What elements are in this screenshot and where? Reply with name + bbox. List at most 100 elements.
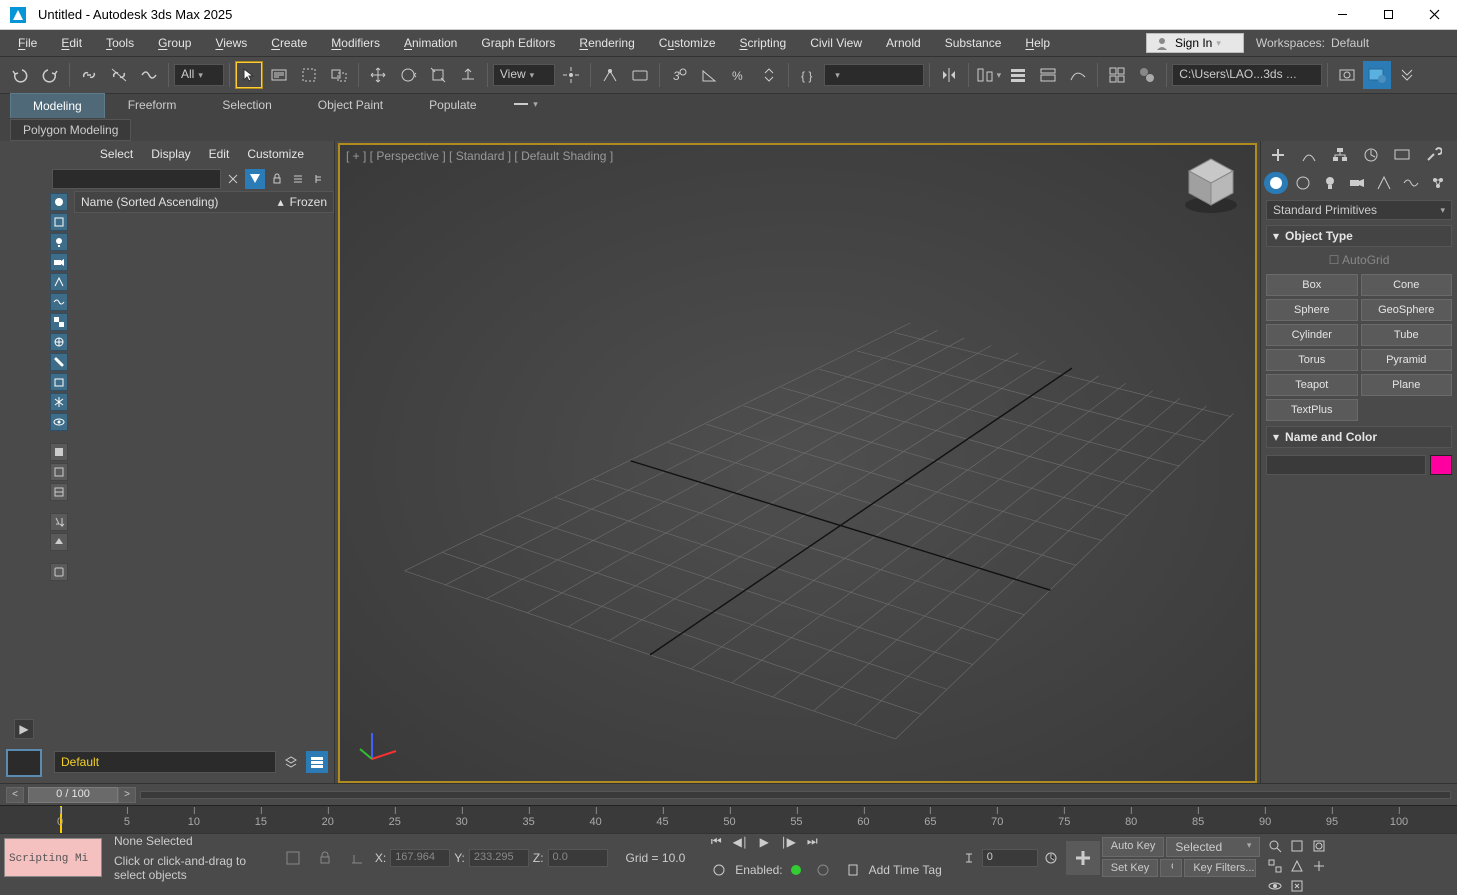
manipulate-button[interactable] (596, 61, 624, 89)
lights-category-icon[interactable] (1318, 172, 1342, 194)
menu-arnold[interactable]: Arnold (874, 32, 933, 54)
ribbon-tab-modeling[interactable]: Modeling (10, 93, 105, 118)
sort-type-icon[interactable] (50, 533, 68, 551)
unlink-button[interactable] (105, 61, 133, 89)
filter-lights-icon[interactable] (50, 233, 68, 251)
goto-start-button[interactable]: ⏮ (705, 832, 727, 852)
create-selection-set[interactable]: ▾ (824, 64, 924, 86)
pan-icon[interactable] (1309, 857, 1329, 875)
time-config-icon[interactable] (1040, 848, 1062, 868)
y-coord[interactable]: 233.295 (469, 849, 529, 867)
rotate-button[interactable] (394, 61, 422, 89)
select-by-name-button[interactable] (265, 61, 293, 89)
selection-filter-dropdown[interactable]: All▾ (174, 64, 224, 86)
ts-track[interactable] (140, 791, 1451, 799)
geometry-category-icon[interactable] (1264, 172, 1288, 194)
menu-file[interactable]: File (6, 32, 49, 54)
filter-shapes-icon[interactable] (50, 213, 68, 231)
ts-frame-handle[interactable]: 0 / 100 (28, 787, 118, 803)
scene-menu-select[interactable]: Select (100, 147, 133, 161)
view-cube-icon[interactable] (1179, 153, 1243, 217)
menu-views[interactable]: Views (203, 32, 259, 54)
name-color-header[interactable]: ▾Name and Color (1266, 426, 1452, 448)
filter-geometry-icon[interactable] (50, 193, 68, 211)
curve-editor-button[interactable] (1064, 61, 1092, 89)
zoom-extents-all-icon[interactable] (1265, 857, 1285, 875)
scene-menu-display[interactable]: Display (151, 147, 190, 161)
filter-spacewarps-icon[interactable] (50, 293, 68, 311)
goto-end-button[interactable]: ⏭ (801, 832, 823, 852)
snap-toggle-button[interactable]: 3 (665, 61, 693, 89)
sign-in-button[interactable]: Sign In ▾ (1146, 33, 1244, 53)
sort-alpha-icon[interactable] (50, 513, 68, 531)
timeline[interactable]: 0510152025303540455055606570758085909510… (0, 805, 1457, 833)
redo-button[interactable] (36, 61, 64, 89)
maximize-button[interactable] (1365, 0, 1411, 30)
object-type-header[interactable]: ▾Object Type (1266, 225, 1452, 247)
key-filters-icon[interactable] (1160, 859, 1182, 877)
next-frame-button[interactable]: ∣▶ (777, 832, 799, 852)
scale-button[interactable] (424, 61, 452, 89)
filter-helpers-icon[interactable] (50, 273, 68, 291)
keyboard-shortcut-button[interactable] (626, 61, 654, 89)
utilities-panel-icon[interactable] (1419, 144, 1447, 166)
layer-dropdown[interactable]: Default (54, 751, 276, 773)
align-button[interactable]: ▾ (974, 61, 1002, 89)
object-color-swatch[interactable] (1430, 455, 1452, 475)
menu-rendering[interactable]: Rendering (567, 32, 646, 54)
frame-number-box[interactable]: 0 (982, 849, 1038, 867)
menu-tools[interactable]: Tools (94, 32, 146, 54)
clear-filter-icon[interactable] (224, 170, 242, 188)
toggle-ribbon-button[interactable] (1034, 61, 1062, 89)
scene-menu-customize[interactable]: Customize (247, 147, 304, 161)
display-panel-icon[interactable] (1388, 144, 1416, 166)
menu-modifiers[interactable]: Modifiers (319, 32, 392, 54)
viewport[interactable]: [ + ] [ Perspective ] [ Standard ] [ Def… (338, 143, 1257, 783)
subcategory-dropdown[interactable]: Standard Primitives▾ (1266, 200, 1452, 220)
helpers-category-icon[interactable] (1372, 172, 1396, 194)
scene-header-row[interactable]: Name (Sorted Ascending) ▴ Frozen (74, 191, 334, 213)
display-none-icon[interactable] (50, 463, 68, 481)
menu-group[interactable]: Group (146, 32, 203, 54)
filter-cameras-icon[interactable] (50, 253, 68, 271)
menu-graph-editors[interactable]: Graph Editors (469, 32, 567, 54)
add-time-tag[interactable]: Add Time Tag (869, 863, 942, 877)
project-path-dropdown[interactable]: C:\Users\LAO...3ds Max 2025▾ (1172, 64, 1322, 86)
create-textplus-button[interactable]: TextPlus (1266, 399, 1358, 421)
orbit-icon[interactable] (1265, 877, 1285, 895)
adaptive-degradation-icon[interactable] (809, 856, 837, 884)
viewport-label[interactable]: [ + ] [ Perspective ] [ Standard ] [ Def… (346, 149, 613, 163)
selection-lock-icon[interactable] (311, 844, 339, 872)
menu-customize[interactable]: Customize (647, 32, 728, 54)
coord-display-icon[interactable] (343, 844, 371, 872)
autokey-button[interactable]: Auto Key (1102, 837, 1165, 857)
script-listener[interactable]: Scripting Mi (4, 838, 102, 877)
cameras-category-icon[interactable] (1345, 172, 1369, 194)
ribbon-tab-object-paint[interactable]: Object Paint (295, 92, 406, 118)
named-sel-set-button[interactable]: { } (794, 61, 822, 89)
percent-snap-button[interactable]: % (725, 61, 753, 89)
time-slider[interactable]: < 0 / 100 > (0, 783, 1457, 805)
create-plane-button[interactable]: Plane (1361, 374, 1453, 396)
autogrid-checkbox[interactable]: ☐ AutoGrid (1261, 249, 1457, 271)
x-coord[interactable]: 167.964 (390, 849, 450, 867)
link-button[interactable] (75, 61, 103, 89)
hierarchy-panel-icon[interactable] (1326, 144, 1354, 166)
angle-snap-button[interactable] (695, 61, 723, 89)
create-geosphere-button[interactable]: GeoSphere (1361, 299, 1453, 321)
filter-frozen-icon[interactable] (50, 393, 68, 411)
render-setup-button[interactable] (1333, 61, 1361, 89)
menu-animation[interactable]: Animation (392, 32, 469, 54)
material-editor-button[interactable] (1133, 61, 1161, 89)
bind-spacewarp-button[interactable] (135, 61, 163, 89)
viewport-layout-thumb[interactable] (6, 749, 42, 777)
placement-button[interactable] (454, 61, 482, 89)
create-panel-icon[interactable] (1264, 144, 1292, 166)
toolbar-overflow-button[interactable] (1393, 61, 1421, 89)
isolate-icon[interactable] (279, 844, 307, 872)
scene-menu-edit[interactable]: Edit (209, 147, 230, 161)
render-button[interactable] (1363, 61, 1391, 89)
create-sphere-button[interactable]: Sphere (1266, 299, 1358, 321)
mirror-button[interactable] (935, 61, 963, 89)
filter-groups-icon[interactable] (50, 313, 68, 331)
